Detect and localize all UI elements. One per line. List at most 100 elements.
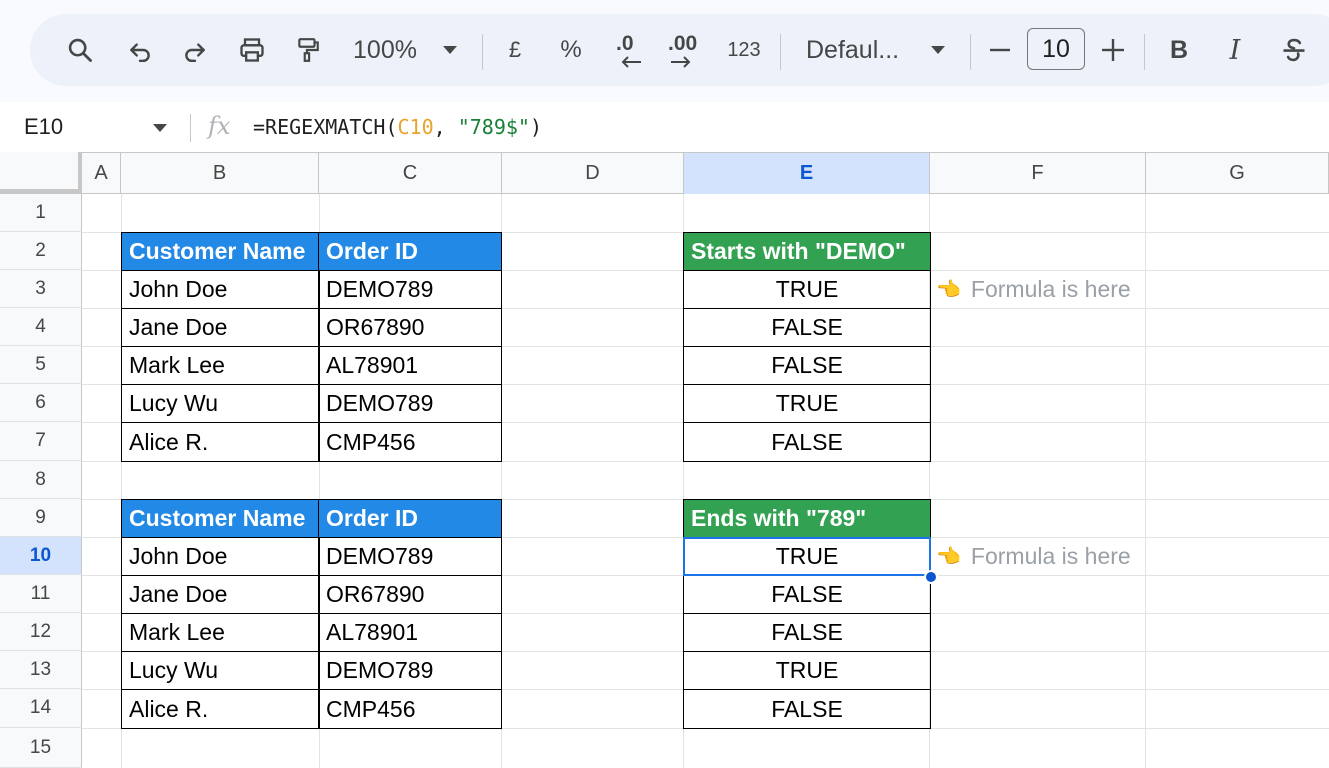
column-header-g[interactable]: G bbox=[1146, 153, 1329, 194]
paint-format-icon[interactable] bbox=[288, 14, 328, 86]
increase-font-size-icon[interactable] bbox=[1098, 14, 1128, 86]
table2-header-customer-name[interactable]: Customer Name bbox=[121, 499, 320, 538]
table1-id-cell[interactable]: CMP456 bbox=[318, 422, 502, 462]
undo-icon[interactable] bbox=[120, 14, 160, 86]
zoom-select[interactable]: 100% bbox=[348, 14, 422, 86]
table1-name-cell[interactable]: Lucy Wu bbox=[121, 384, 320, 423]
result2-cell[interactable]: FALSE bbox=[683, 613, 931, 652]
font-size-input[interactable]: 10 bbox=[1027, 28, 1085, 70]
table1-name-cell[interactable]: Mark Lee bbox=[121, 346, 320, 385]
formula-suffix: ) bbox=[529, 115, 543, 139]
toolbar-divider bbox=[1144, 34, 1145, 70]
row-header-15[interactable]: 15 bbox=[0, 728, 82, 768]
table2-name-cell[interactable]: John Doe bbox=[121, 537, 320, 576]
row-header-11[interactable]: 11 bbox=[0, 575, 82, 613]
result2-header[interactable]: Ends with "789" bbox=[683, 499, 931, 538]
column-header-c[interactable]: C bbox=[319, 153, 502, 194]
percent-button[interactable]: % bbox=[556, 14, 586, 86]
table2-id-cell[interactable]: OR67890 bbox=[318, 575, 502, 614]
result1-cell[interactable]: TRUE bbox=[683, 384, 931, 423]
column-header-e[interactable]: E bbox=[684, 153, 930, 194]
gridline bbox=[1145, 194, 1146, 768]
row-header-4[interactable]: 4 bbox=[0, 308, 82, 346]
pointing-hand-icon: 👈 bbox=[936, 278, 961, 301]
formula-bar-divider bbox=[190, 114, 191, 142]
chevron-down-icon[interactable] bbox=[438, 14, 462, 86]
table2-id-cell[interactable]: CMP456 bbox=[318, 689, 502, 729]
function-icon: fx bbox=[208, 112, 231, 140]
column-header-row: A B C D E F G bbox=[0, 152, 1329, 194]
table2-id-cell[interactable]: DEMO789 bbox=[318, 651, 502, 690]
row-header-13[interactable]: 13 bbox=[0, 651, 82, 689]
table2-name-cell[interactable]: Alice R. bbox=[121, 689, 320, 729]
table1-id-cell[interactable]: AL78901 bbox=[318, 346, 502, 385]
spreadsheet-grid: A B C D E F G 1 2 3 4 5 6 7 8 9 10 11 12… bbox=[0, 152, 1329, 768]
table1-id-cell[interactable]: OR67890 bbox=[318, 308, 502, 347]
result1-cell[interactable]: FALSE bbox=[683, 346, 931, 385]
result1-cell[interactable]: FALSE bbox=[683, 308, 931, 347]
row-header-6[interactable]: 6 bbox=[0, 384, 82, 422]
print-icon[interactable] bbox=[232, 14, 272, 86]
fill-handle[interactable] bbox=[924, 570, 938, 584]
column-header-b[interactable]: B bbox=[121, 153, 319, 194]
decrease-font-size-icon[interactable] bbox=[985, 14, 1015, 86]
row-header-5[interactable]: 5 bbox=[0, 346, 82, 384]
column-header-f[interactable]: F bbox=[930, 153, 1146, 194]
search-icon[interactable] bbox=[60, 14, 100, 86]
chevron-down-icon[interactable] bbox=[926, 14, 950, 86]
result1-cell[interactable]: FALSE bbox=[683, 422, 931, 462]
formula-bar: E10 fx =REGEXMATCH(C10, "789$") bbox=[0, 102, 1329, 152]
increase-decimal-button[interactable]: .00 bbox=[666, 14, 710, 86]
column-header-a[interactable]: A bbox=[82, 153, 121, 194]
table1-name-cell[interactable]: Jane Doe bbox=[121, 308, 320, 347]
result2-cell[interactable]: FALSE bbox=[683, 575, 931, 614]
result2-cell[interactable]: TRUE bbox=[683, 651, 931, 690]
table1-id-cell[interactable]: DEMO789 bbox=[318, 384, 502, 423]
row-header-8[interactable]: 8 bbox=[0, 461, 82, 499]
currency-button[interactable]: £ bbox=[500, 14, 530, 86]
row-header-10[interactable]: 10 bbox=[0, 537, 82, 575]
chevron-down-icon[interactable] bbox=[152, 123, 168, 133]
toolbar-divider bbox=[780, 34, 781, 70]
table2-name-cell[interactable]: Lucy Wu bbox=[121, 651, 320, 690]
toolbar-divider bbox=[482, 34, 483, 70]
row-header-1[interactable]: 1 bbox=[0, 194, 82, 232]
result1-cell[interactable]: TRUE bbox=[683, 270, 931, 309]
table2-name-cell[interactable]: Mark Lee bbox=[121, 613, 320, 652]
table1-header-order-id[interactable]: Order ID bbox=[318, 232, 502, 271]
result2-cell-selected[interactable]: TRUE bbox=[683, 537, 931, 576]
table2-header-order-id[interactable]: Order ID bbox=[318, 499, 502, 538]
more-formats-button[interactable]: 123 bbox=[722, 14, 766, 86]
bold-button[interactable]: B bbox=[1164, 14, 1194, 86]
strikethrough-icon[interactable] bbox=[1276, 14, 1312, 86]
column-header-d[interactable]: D bbox=[502, 153, 684, 194]
table2-name-cell[interactable]: Jane Doe bbox=[121, 575, 320, 614]
decrease-decimal-label: .0 bbox=[616, 32, 634, 55]
name-box[interactable]: E10 bbox=[24, 114, 63, 140]
table1-id-cell[interactable]: DEMO789 bbox=[318, 270, 502, 309]
row-header-9[interactable]: 9 bbox=[0, 499, 82, 537]
table2-id-cell[interactable]: DEMO789 bbox=[318, 537, 502, 576]
row-header-7[interactable]: 7 bbox=[0, 422, 82, 461]
note-text: Formula is here bbox=[970, 275, 1131, 302]
table2-id-cell[interactable]: AL78901 bbox=[318, 613, 502, 652]
row-header-2[interactable]: 2 bbox=[0, 232, 82, 270]
formula-separator: , bbox=[433, 115, 458, 139]
row-header-12[interactable]: 12 bbox=[0, 613, 82, 651]
pointing-hand-icon: 👈 bbox=[936, 545, 961, 568]
row-header-3[interactable]: 3 bbox=[0, 270, 82, 308]
result2-cell[interactable]: FALSE bbox=[683, 689, 931, 729]
note-text: Formula is here bbox=[970, 542, 1131, 569]
font-family-select[interactable]: Defaul... bbox=[806, 14, 910, 86]
table1-name-cell[interactable]: Alice R. bbox=[121, 422, 320, 462]
select-all-corner[interactable] bbox=[0, 152, 82, 193]
decrease-decimal-button[interactable]: .0 bbox=[610, 14, 654, 86]
table1-name-cell[interactable]: John Doe bbox=[121, 270, 320, 309]
table1-header-customer-name[interactable]: Customer Name bbox=[121, 232, 320, 271]
redo-icon[interactable] bbox=[175, 14, 215, 86]
formula-input[interactable]: =REGEXMATCH(C10, "789$") bbox=[253, 115, 542, 139]
toolbar-divider bbox=[970, 34, 971, 70]
italic-button[interactable]: I bbox=[1220, 14, 1250, 86]
row-header-14[interactable]: 14 bbox=[0, 689, 82, 728]
result1-header[interactable]: Starts with "DEMO" bbox=[683, 232, 931, 271]
